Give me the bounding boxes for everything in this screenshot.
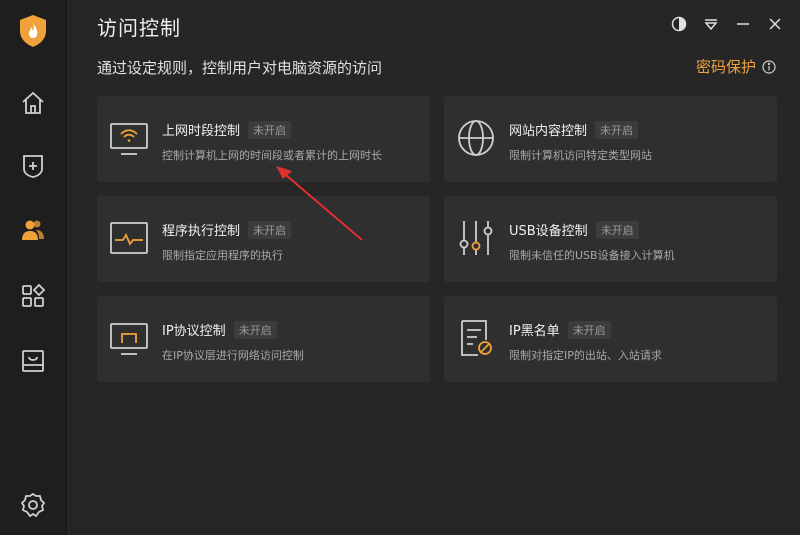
sliders-icon (459, 221, 493, 255)
card-ip-protocol-control[interactable]: IP协议控制 未开启 在IP协议层进行网络访问控制 (97, 296, 430, 382)
sidebar-item-inbox[interactable] (20, 348, 46, 374)
card-description: 控制计算机上网的时间段或者累计的上网时长 (162, 149, 382, 162)
sidebar (0, 0, 67, 535)
close-button[interactable] (766, 15, 784, 33)
status-badge: 未开启 (595, 120, 639, 139)
password-protect-link[interactable]: 密码保护 (696, 56, 776, 77)
card-title: 程序执行控制 (162, 224, 241, 239)
monitor-ip-icon (110, 323, 148, 355)
status-badge: 未开启 (233, 320, 277, 339)
menu-icon (704, 19, 718, 31)
status-badge: 未开启 (248, 220, 292, 239)
page-title: 访问控制 (97, 16, 181, 40)
card-title: 上网时段控制 (162, 124, 241, 139)
page-subtitle: 通过设定规则，控制用户对电脑资源的访问 (97, 59, 383, 77)
card-description: 限制未信任的USB设备接入计算机 (509, 249, 675, 262)
feature-grid: 上网时段控制 未开启 控制计算机上网的时间段或者累计的上网时长 网站内容控制 未… (97, 96, 777, 382)
inbox-icon (22, 350, 44, 372)
card-title: IP协议控制 (162, 324, 226, 339)
theme-icon (671, 16, 687, 32)
sidebar-item-protect[interactable] (20, 153, 46, 179)
globe-icon (458, 120, 494, 156)
card-title: 网站内容控制 (509, 124, 588, 139)
card-description: 限制指定应用程序的执行 (162, 249, 283, 262)
password-protect-label: 密码保护 (695, 58, 756, 76)
minimize-icon (737, 23, 749, 25)
card-description: 限制对指定IP的出站、入站请求 (509, 349, 662, 362)
info-icon (762, 59, 776, 74)
card-internet-time-control[interactable]: 上网时段控制 未开启 控制计算机上网的时间段或者累计的上网时长 (97, 96, 430, 182)
users-icon (22, 220, 44, 240)
card-ip-blacklist[interactable]: IP黑名单 未开启 限制对指定IP的出站、入站请求 (444, 296, 777, 382)
home-icon (22, 91, 44, 114)
theme-button[interactable] (670, 15, 688, 33)
window-controls (670, 15, 784, 33)
monitor-wifi-icon (110, 123, 148, 155)
sidebar-item-settings[interactable] (20, 492, 46, 518)
status-badge: 未开启 (567, 320, 611, 339)
status-badge: 未开启 (595, 220, 639, 239)
gear-icon (20, 492, 46, 518)
apps-icon (22, 283, 46, 307)
sidebar-item-access-control[interactable] (20, 217, 46, 243)
status-badge: 未开启 (248, 120, 292, 139)
shield-plus-icon (23, 155, 43, 178)
close-icon (769, 18, 781, 30)
menu-button[interactable] (702, 15, 720, 33)
card-title: USB设备控制 (509, 224, 588, 239)
pulse-window-icon (110, 222, 148, 254)
card-website-content-control[interactable]: 网站内容控制 未开启 限制计算机访问特定类型网站 (444, 96, 777, 182)
blacklist-doc-icon (461, 320, 492, 356)
minimize-button[interactable] (734, 15, 752, 33)
card-description: 限制计算机访问特定类型网站 (509, 149, 652, 162)
card-program-execution-control[interactable]: 程序执行控制 未开启 限制指定应用程序的执行 (97, 196, 430, 282)
sidebar-item-home[interactable] (20, 90, 46, 116)
main-panel: 访问控制 通过设定规则，控制用户对电脑资源的访问 密码保护 上网时段控制 未开启… (68, 0, 800, 535)
shield-logo-icon (20, 15, 46, 47)
sidebar-item-apps[interactable] (20, 283, 46, 309)
card-title: IP黑名单 (509, 324, 560, 339)
card-usb-device-control[interactable]: USB设备控制 未开启 限制未信任的USB设备接入计算机 (444, 196, 777, 282)
card-description: 在IP协议层进行网络访问控制 (162, 349, 304, 362)
